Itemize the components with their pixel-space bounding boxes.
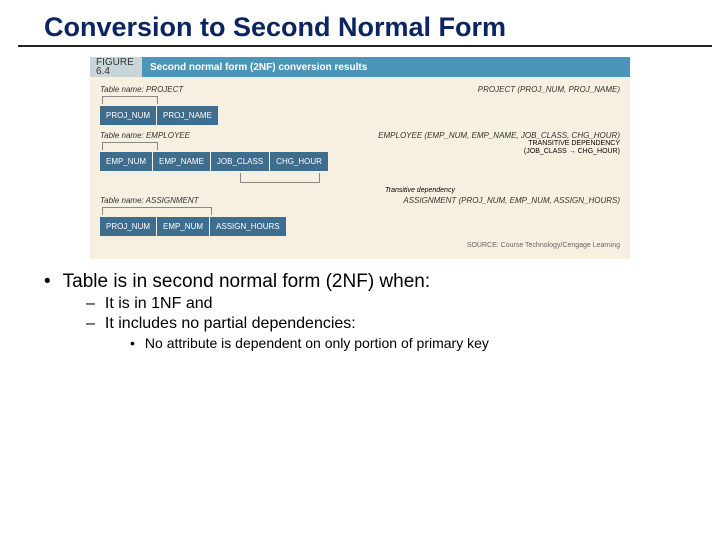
figure-body: Table name: PROJECT PROJECT (PROJ_NUM, P… xyxy=(90,77,630,259)
bullet-2b-text: It includes no partial dependencies: xyxy=(105,315,356,332)
trans-dep-detail: (JOB_CLASS → CHG_HOUR) xyxy=(524,148,620,156)
attr-proj-num: PROJ_NUM xyxy=(100,106,157,125)
attr-chg-hour: CHG_HOUR xyxy=(270,152,329,171)
project-schema: PROJ_NUM PROJ_NAME xyxy=(100,106,620,125)
figure-container: FIGURE 6.4 Second normal form (2NF) conv… xyxy=(90,57,630,259)
bullet-list: Table is in second normal form (2NF) whe… xyxy=(44,271,720,351)
figure-num: 6.4 xyxy=(96,67,142,76)
assignment-row-labels: Table name: ASSIGNMENT ASSIGNMENT (PROJ_… xyxy=(100,196,620,205)
project-pk-connector xyxy=(102,96,158,104)
employee-table-name: Table name: EMPLOYEE xyxy=(100,131,190,140)
trans-dep-title: TRANSITIVE DEPENDENCY xyxy=(524,140,620,148)
attr-emp-num: EMP_NUM xyxy=(100,152,153,171)
figure-header: FIGURE 6.4 Second normal form (2NF) conv… xyxy=(90,57,630,77)
figure-caption: Second normal form (2NF) conversion resu… xyxy=(142,57,630,77)
assignment-relation: ASSIGNMENT (PROJ_NUM, EMP_NUM, ASSIGN_HO… xyxy=(403,196,620,205)
assignment-pk-connector xyxy=(102,207,212,215)
assignment-table-name: Table name: ASSIGNMENT xyxy=(100,196,199,205)
employee-row-labels: Table name: EMPLOYEE EMPLOYEE (EMP_NUM, … xyxy=(100,131,620,140)
bullet-1-text: Table is in second normal form (2NF) whe… xyxy=(63,271,430,292)
transitive-note: Transitive dependency xyxy=(220,187,620,194)
project-table-name: Table name: PROJECT xyxy=(100,85,183,94)
assignment-schema: PROJ_NUM EMP_NUM ASSIGN_HOURS xyxy=(100,217,620,236)
bullet-3-text: No attribute is dependent on only portio… xyxy=(145,335,489,351)
slide-title: Conversion to Second Normal Form xyxy=(18,0,712,47)
employee-schema: EMP_NUM EMP_NAME JOB_CLASS CHG_HOUR xyxy=(100,152,524,171)
attr-assign-hours: ASSIGN_HOURS xyxy=(210,217,287,236)
attr-proj-num-2: PROJ_NUM xyxy=(100,217,157,236)
figure-number: FIGURE 6.4 xyxy=(90,57,142,77)
attr-emp-num-2: EMP_NUM xyxy=(157,217,210,236)
attr-emp-name: EMP_NAME xyxy=(153,152,211,171)
bullet-2a-text: It is in 1NF and xyxy=(105,295,213,312)
employee-relation: EMPLOYEE (EMP_NUM, EMP_NAME, JOB_CLASS, … xyxy=(378,131,620,140)
project-relation: PROJECT (PROJ_NUM, PROJ_NAME) xyxy=(478,85,620,94)
bullet-1: Table is in second normal form (2NF) whe… xyxy=(44,271,720,293)
bullet-2a: It is in 1NF and xyxy=(86,295,720,313)
attr-job-class: JOB_CLASS xyxy=(211,152,270,171)
bullet-3: No attribute is dependent on only portio… xyxy=(130,335,720,351)
bullet-2b: It includes no partial dependencies: xyxy=(86,315,720,333)
project-row-labels: Table name: PROJECT PROJECT (PROJ_NUM, P… xyxy=(100,85,620,94)
transitive-dep-label: TRANSITIVE DEPENDENCY (JOB_CLASS → CHG_H… xyxy=(524,140,620,156)
attr-proj-name: PROJ_NAME xyxy=(157,106,219,125)
employee-pk-connector xyxy=(102,142,158,150)
figure-source: SOURCE: Course Technology/Cengage Learni… xyxy=(100,242,620,249)
